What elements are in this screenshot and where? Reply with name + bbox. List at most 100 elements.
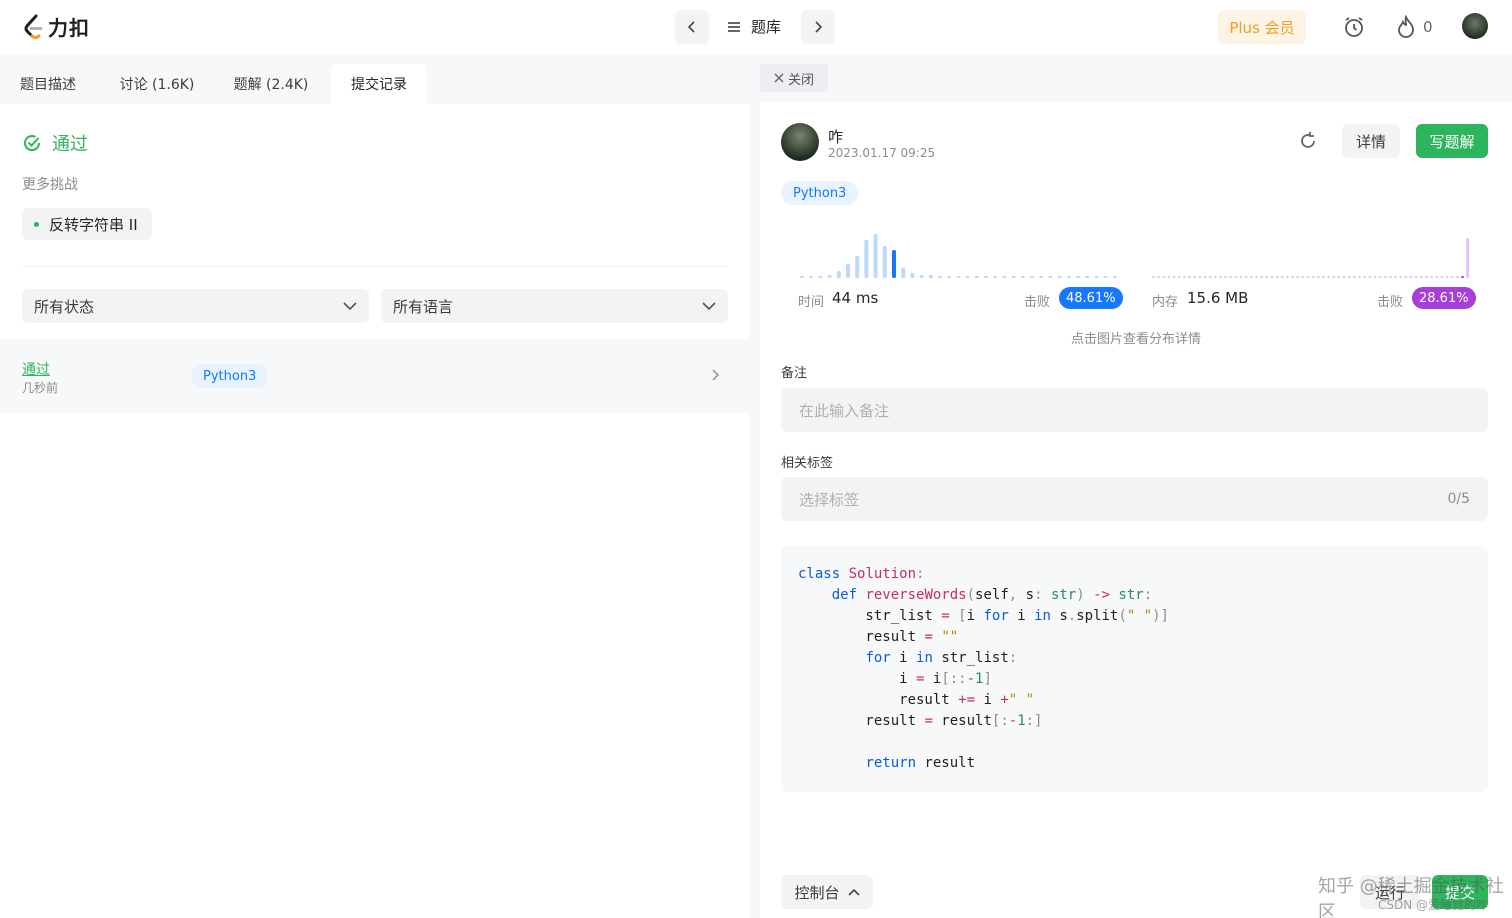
- console-button[interactable]: 控制台: [781, 875, 873, 909]
- runtime-bar: [984, 276, 988, 278]
- runtime-bar: [818, 276, 823, 278]
- memory-bar: [1337, 276, 1341, 278]
- chevron-right-icon: [815, 21, 823, 33]
- runtime-distribution-chart[interactable]: [798, 228, 1128, 282]
- memory-label: 内存: [1152, 295, 1179, 310]
- memory-bar: [1440, 276, 1444, 278]
- memory-bar: [1455, 276, 1459, 278]
- panel-resize-handle[interactable]: [750, 54, 760, 918]
- alarm-clock-icon[interactable]: [1341, 14, 1367, 40]
- problem-list-button[interactable]: 题库: [727, 16, 781, 37]
- runtime-bar: [1020, 276, 1025, 278]
- tab-solutions[interactable]: 题解 (2.4K): [226, 64, 316, 104]
- console-label: 控制台: [794, 883, 840, 902]
- runtime-bar: [1011, 276, 1016, 278]
- close-label: 关闭: [787, 72, 814, 88]
- memory-bar: [1224, 276, 1228, 278]
- tags-placeholder: 选择标签: [799, 490, 860, 509]
- runtime-bar: [938, 276, 942, 278]
- runtime-bar: [901, 268, 906, 278]
- challenge-item[interactable]: 反转字符串 II: [22, 208, 152, 240]
- user-avatar[interactable]: [1462, 13, 1488, 39]
- detail-button[interactable]: 详情: [1342, 124, 1400, 158]
- code-view[interactable]: class Solution: def reverseWords(self, s…: [781, 546, 1488, 792]
- status-filter-select[interactable]: 所有状态: [22, 289, 369, 323]
- memory-bar: [1239, 276, 1243, 278]
- logo[interactable]: 力扣: [22, 12, 90, 41]
- tags-count: 0/5: [1447, 491, 1470, 507]
- runtime-bar: [1094, 276, 1099, 278]
- runtime-bar: [800, 276, 804, 278]
- memory-bar: [1399, 276, 1403, 278]
- memory-distribution-chart[interactable]: [1150, 228, 1480, 282]
- memory-bar: [1270, 276, 1274, 278]
- runtime-bar: [919, 275, 924, 278]
- prev-problem-button[interactable]: [675, 10, 709, 44]
- language-filter-value: 所有语言: [393, 297, 454, 316]
- memory-bar: [1291, 276, 1295, 278]
- author-avatar[interactable]: [781, 123, 819, 161]
- note-input[interactable]: 在此输入备注: [781, 388, 1488, 432]
- tags-select[interactable]: 选择标签 0/5: [781, 477, 1488, 521]
- chevron-right-icon: [712, 369, 720, 381]
- chevron-down-icon: [343, 302, 357, 311]
- runtime-bar: [928, 275, 933, 278]
- runtime-bar: [1039, 276, 1044, 278]
- close-detail-button[interactable]: 关闭: [760, 64, 828, 92]
- tab-submissions[interactable]: 提交记录: [331, 64, 427, 104]
- memory-bar: [1424, 276, 1428, 278]
- submission-status[interactable]: 通过: [22, 359, 50, 379]
- runtime-bar: [836, 271, 841, 278]
- memory-bar: [1244, 276, 1248, 278]
- memory-bar: [1347, 276, 1351, 278]
- submission-row[interactable]: 通过 几秒前 Python3: [0, 339, 750, 413]
- right-tab-bar: 关闭: [760, 54, 1512, 102]
- memory-bar: [1172, 276, 1176, 278]
- memory-bar: [1218, 276, 1222, 278]
- memory-bar: [1162, 276, 1166, 278]
- next-problem-button[interactable]: [801, 10, 835, 44]
- chart-hint: 点击图片查看分布详情: [1070, 332, 1201, 347]
- memory-bar: [1316, 276, 1320, 278]
- plus-membership-button[interactable]: Plus 会员: [1218, 10, 1306, 44]
- memory-bar: [1394, 276, 1398, 278]
- runtime-label: 时间: [798, 295, 825, 310]
- runtime-bar: [965, 276, 970, 278]
- leetcode-logo-icon: [24, 14, 43, 39]
- runtime-bar: [1076, 276, 1080, 278]
- status-filter-value: 所有状态: [34, 297, 95, 316]
- tab-description[interactable]: 题目描述: [8, 64, 88, 104]
- memory-bar: [1275, 276, 1279, 278]
- language-filter-select[interactable]: 所有语言: [381, 289, 728, 323]
- runtime-bar: [1112, 276, 1117, 278]
- memory-bar: [1461, 276, 1464, 278]
- fire-streak-icon[interactable]: [1393, 14, 1419, 40]
- memory-bar: [1229, 276, 1233, 278]
- memory-bar: [1177, 276, 1181, 278]
- note-placeholder: 在此输入备注: [799, 401, 890, 420]
- memory-bar: [1435, 276, 1439, 278]
- accepted-status: 通过: [22, 130, 88, 156]
- memory-bar: [1368, 276, 1372, 278]
- refresh-icon[interactable]: [1297, 130, 1319, 152]
- runtime-bar: [1002, 276, 1007, 278]
- write-solution-button[interactable]: 写题解: [1416, 124, 1488, 158]
- problem-list-label: 题库: [751, 18, 782, 36]
- runtime-bar: [855, 256, 860, 278]
- author-name[interactable]: 咋: [828, 126, 843, 147]
- memory-bar: [1388, 276, 1392, 278]
- runtime-bar: [1103, 276, 1108, 278]
- check-circle-icon: [24, 135, 41, 152]
- streak-count: 0: [1423, 18, 1433, 36]
- memory-bar: [1352, 276, 1356, 278]
- memory-bar: [1234, 276, 1238, 278]
- runtime-bar: [910, 273, 915, 278]
- chevron-left-icon: [687, 21, 695, 33]
- logo-text: 力扣: [48, 16, 90, 40]
- runtime-bar: [956, 276, 961, 278]
- runtime-bar: [809, 276, 814, 278]
- memory-bar: [1296, 276, 1300, 278]
- memory-bar: [1285, 276, 1289, 278]
- memory-bar: [1280, 276, 1284, 278]
- tab-discussion[interactable]: 讨论 (1.6K): [112, 64, 202, 104]
